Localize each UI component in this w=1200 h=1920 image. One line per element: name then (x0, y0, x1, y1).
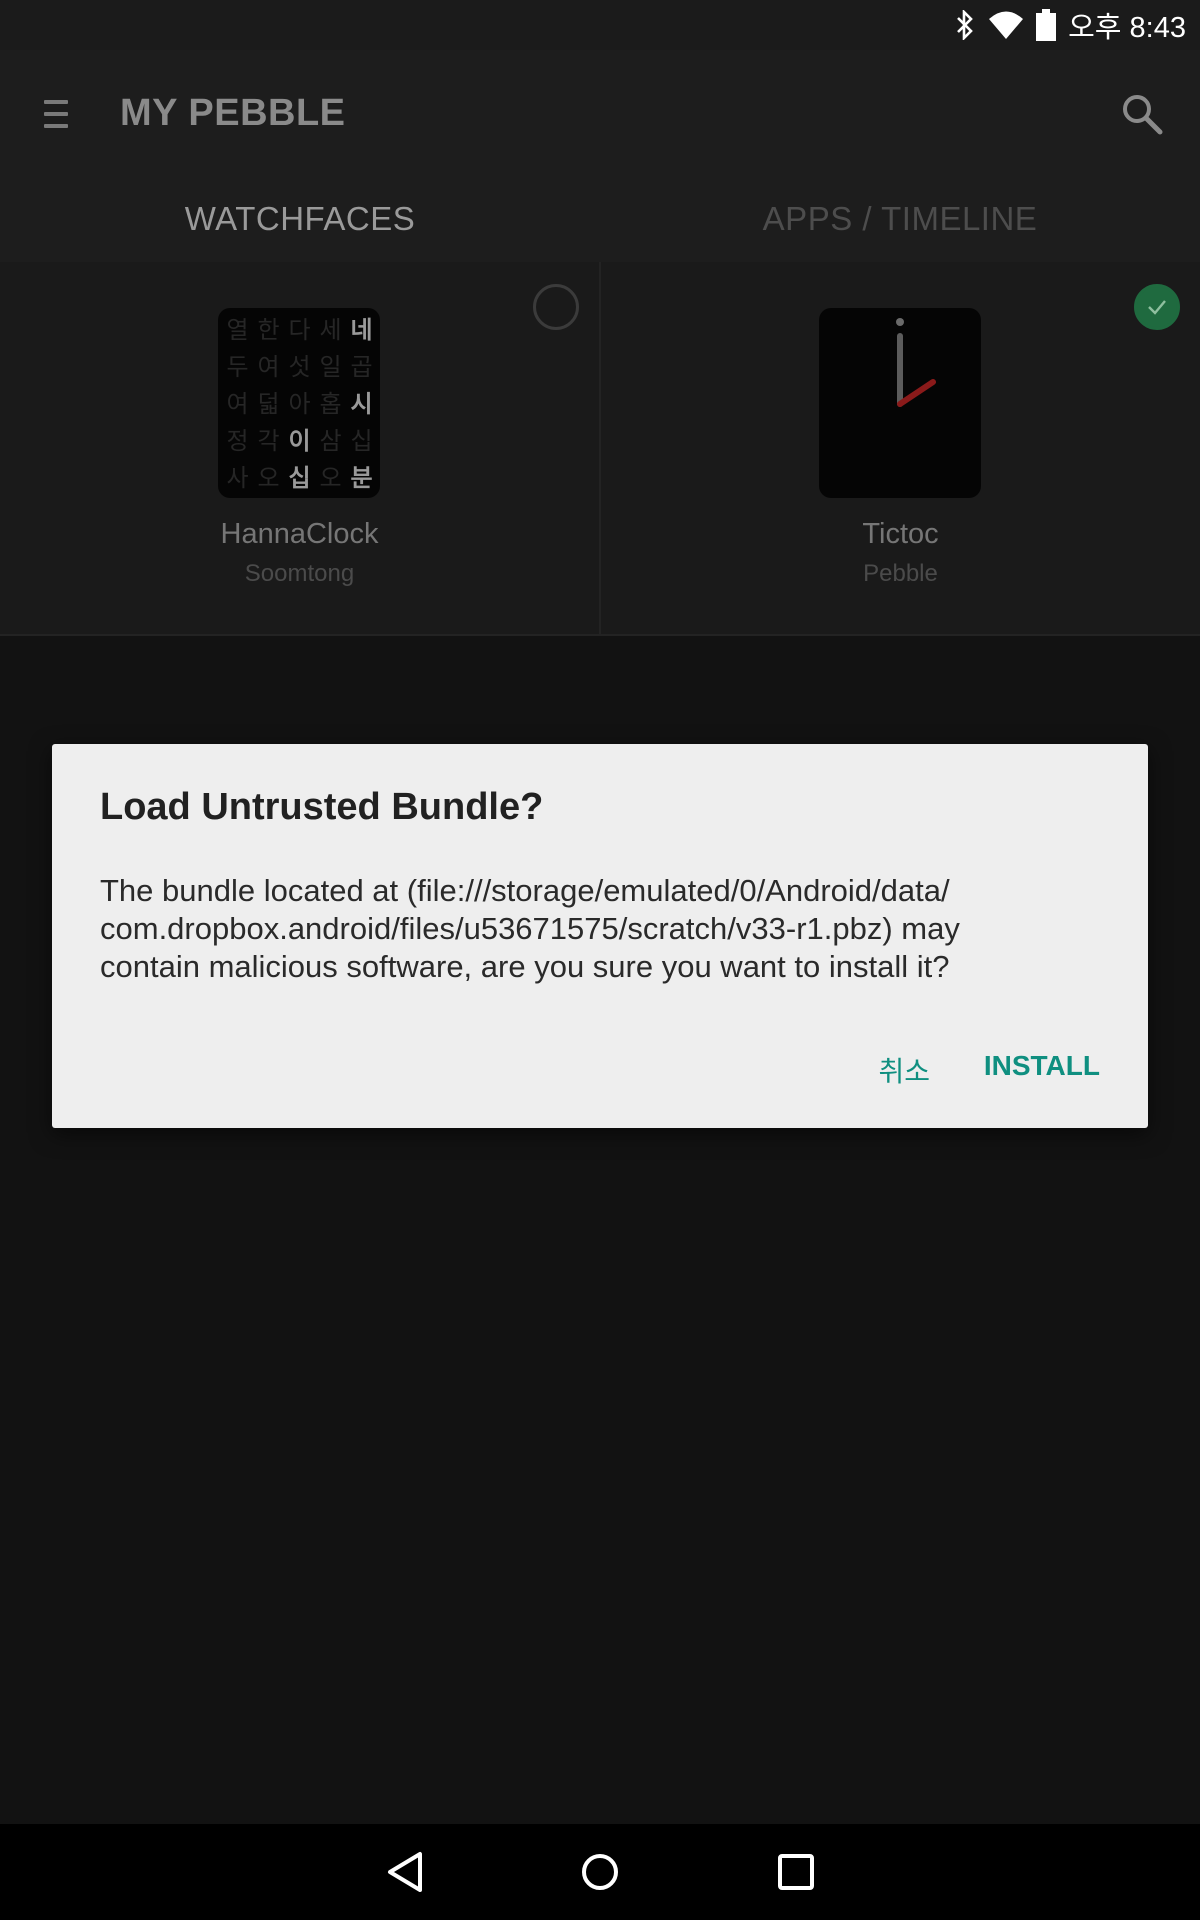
dialog-message-line: contain malicious software, are you sure… (100, 949, 950, 984)
navigation-bar (0, 1824, 1200, 1920)
status-time: 오후 8:43 (1068, 12, 1186, 44)
watchface-name: HannaClock (220, 518, 379, 550)
hannaclock-letter-grid: 열한다세네 두여섯일곱 여덟아홉시 정각이삼십 사오십오분 (226, 316, 373, 492)
watchface-card-tictoc[interactable]: Tictoc Pebble (601, 262, 1200, 634)
home-icon[interactable] (576, 1848, 624, 1896)
dialog-message-line: The bundle located at (file:///storage/e… (100, 873, 950, 908)
status-icons: 오후 8:43 (954, 6, 1186, 44)
select-radio-checked[interactable] (1134, 284, 1180, 330)
dialog-message: The bundle located at (file:///storage/e… (100, 872, 1110, 986)
search-icon[interactable] (1120, 92, 1164, 136)
watchface-author: Soomtong (244, 560, 355, 587)
install-button[interactable]: INSTALL (974, 1040, 1110, 1092)
hannaclock-thumbnail: 열한다세네 두여섯일곱 여덟아홉시 정각이삼십 사오십오분 (218, 308, 380, 498)
tab-apps-timeline[interactable]: APPS / TIMELINE (600, 200, 1200, 238)
recents-icon[interactable] (772, 1848, 820, 1896)
bluetooth-icon (957, 10, 973, 40)
page-title: MY PEBBLE (120, 92, 346, 134)
wifi-icon (989, 11, 1024, 39)
dialog-message-line: com.dropbox.android/files/u53671575/scra… (100, 911, 960, 946)
tictoc-thumbnail (819, 308, 981, 498)
tab-watchfaces[interactable]: WATCHFACES (0, 200, 600, 238)
check-icon (1148, 300, 1166, 315)
battery-icon (1036, 9, 1057, 41)
menu-icon[interactable] (44, 100, 68, 132)
watchface-name: Tictoc (862, 518, 939, 550)
status-bar: 오후 8:43 (0, 0, 1200, 50)
watchface-author: Pebble (863, 560, 938, 587)
cancel-button[interactable]: 취소 (868, 1040, 940, 1100)
back-icon[interactable] (382, 1848, 430, 1896)
untrusted-bundle-dialog: Load Untrusted Bundle? The bundle locate… (52, 744, 1148, 1128)
app-bar: MY PEBBLE WATCHFACES APPS / TIMELINE (0, 50, 1200, 262)
clock-hands-icon (896, 318, 936, 407)
watchface-card-hannaclock[interactable]: 열한다세네 두여섯일곱 여덟아홉시 정각이삼십 사오십오분 HannaClock… (0, 262, 601, 634)
select-radio-unchecked[interactable] (533, 284, 579, 330)
watchface-grid: 열한다세네 두여섯일곱 여덟아홉시 정각이삼십 사오십오분 HannaClock… (0, 262, 1200, 636)
dialog-title: Load Untrusted Bundle? (100, 786, 544, 828)
